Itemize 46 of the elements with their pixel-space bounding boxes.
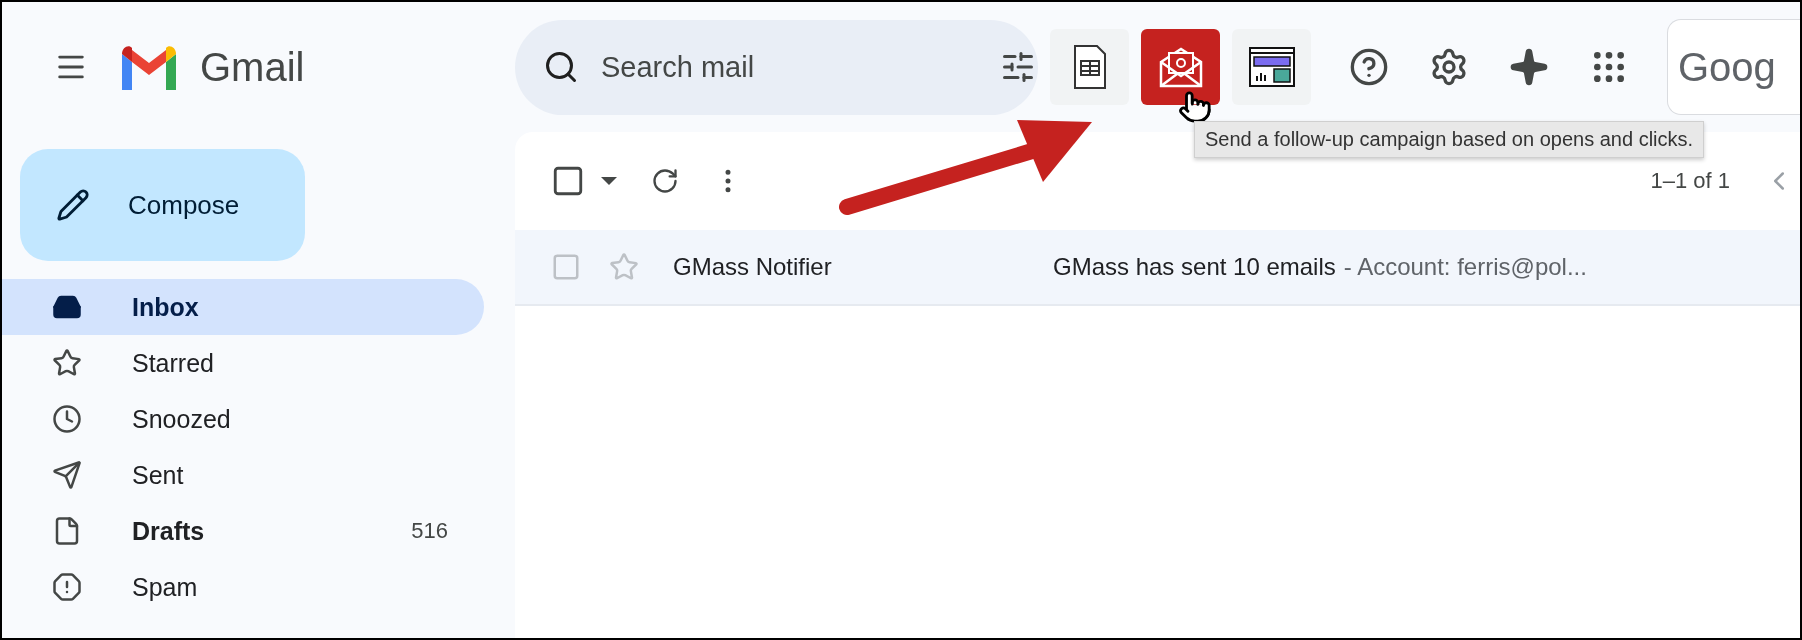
sidebar-item[interactable]: Sent xyxy=(2,447,484,503)
refresh-icon[interactable] xyxy=(651,167,679,195)
caret-icon[interactable] xyxy=(601,177,617,185)
sidebar-item[interactable]: Snoozed xyxy=(2,391,484,447)
sidebar-item[interactable]: Spam xyxy=(2,559,484,615)
select-all-checkbox[interactable] xyxy=(551,164,585,198)
addon-button[interactable] xyxy=(1232,29,1311,105)
sidebar-label: Inbox xyxy=(132,292,200,322)
gmail-logo-text: Gmail xyxy=(200,44,305,90)
row-checkbox[interactable] xyxy=(551,252,581,282)
email-sender: GMass Notifier xyxy=(673,253,833,281)
starred-icon xyxy=(52,348,82,378)
filter-sliders-icon[interactable] xyxy=(1000,49,1036,85)
sent-icon xyxy=(52,460,82,490)
sidebar-label: Sent xyxy=(132,460,185,490)
help-icon[interactable] xyxy=(1349,47,1389,87)
pencil-icon xyxy=(56,188,90,222)
tooltip: Send a follow-up campaign based on opens and clicks. xyxy=(1194,121,1705,158)
item-count: 516 xyxy=(411,518,448,544)
envelope-at-icon xyxy=(1157,46,1204,88)
star-icon[interactable] xyxy=(609,252,639,282)
addon-button[interactable] xyxy=(1050,29,1129,105)
sidebar-item[interactable]: Starred xyxy=(2,335,484,391)
account-button[interactable]: Goog xyxy=(1667,19,1800,115)
addon-button[interactable] xyxy=(1141,29,1220,105)
sidebar-label: Starred xyxy=(132,348,215,378)
dashboard-icon xyxy=(1248,47,1295,87)
snoozed-icon xyxy=(52,404,82,434)
search-bar[interactable]: Search mail xyxy=(515,19,1038,115)
hand-cursor-icon xyxy=(1178,90,1212,124)
sidebar-item[interactable]: Inbox xyxy=(2,279,484,335)
search-field[interactable]: Search mail xyxy=(599,49,980,85)
spreadsheet-icon xyxy=(1072,44,1107,90)
spam-icon xyxy=(52,572,82,602)
compose-button[interactable]: Compose xyxy=(20,149,305,261)
email-row[interactable]: GMass Notifier GMass has sent 10 emails - Account: ferris@pol... xyxy=(515,230,1800,306)
email-subject: GMass has sent 10 emails xyxy=(1053,253,1336,281)
sparkle-icon[interactable] xyxy=(1509,47,1549,87)
search-icon[interactable] xyxy=(543,49,579,85)
email-snippet: - Account: ferris@pol... xyxy=(1343,253,1587,281)
sidebar-label: Drafts xyxy=(132,516,206,546)
sidebar-label: Snoozed xyxy=(132,404,232,434)
settings-icon[interactable] xyxy=(1429,47,1469,87)
pagination-text: 1–1 of 1 xyxy=(1650,168,1730,194)
sidebar-label: Spam xyxy=(132,572,199,602)
sidebar-item[interactable]: Drafts 516 xyxy=(2,503,484,559)
